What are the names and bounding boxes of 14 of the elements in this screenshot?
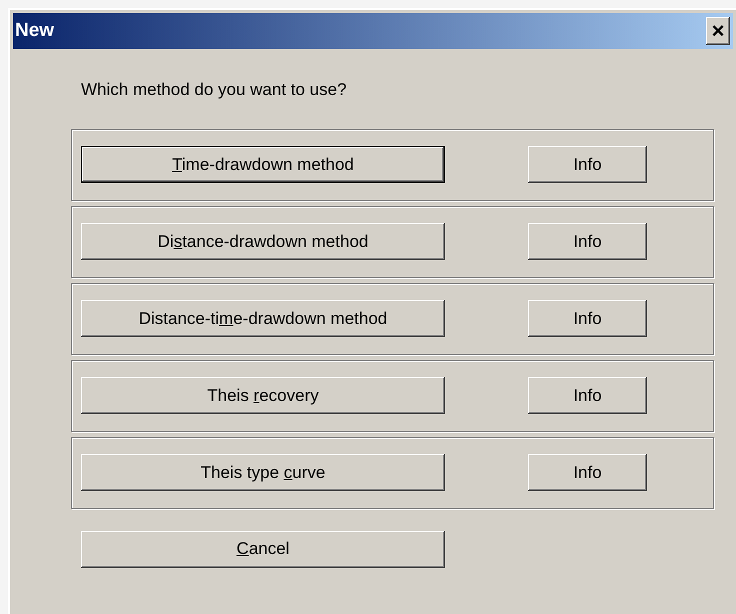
close-button[interactable]: × — [706, 17, 730, 45]
method-button[interactable]: Theis type curve — [81, 454, 445, 491]
method-button[interactable]: Distance-drawdown method — [81, 223, 445, 260]
info-button[interactable]: Info — [528, 454, 647, 491]
method-button[interactable]: Time-drawdown method — [81, 146, 445, 183]
method-button[interactable]: Distance-time-drawdown method — [81, 300, 445, 337]
cancel-button[interactable]: Cancel — [81, 530, 445, 568]
info-button[interactable]: Info — [528, 377, 647, 414]
info-button[interactable]: Info — [528, 300, 647, 337]
info-button[interactable]: Info — [528, 223, 647, 260]
prompt-text: Which method do you want to use? — [81, 79, 347, 101]
method-button[interactable]: Theis recovery — [81, 377, 445, 414]
window-title: New — [15, 18, 54, 43]
info-button[interactable]: Info — [528, 146, 647, 183]
